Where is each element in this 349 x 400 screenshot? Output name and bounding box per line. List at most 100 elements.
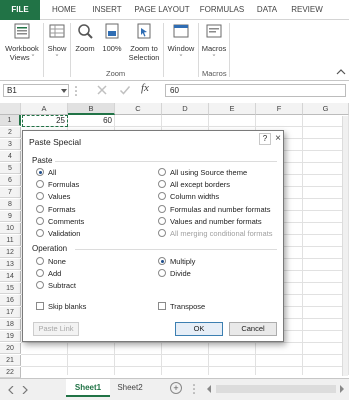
row-header-20[interactable]: 20 <box>0 343 21 354</box>
paste-radio-all[interactable]: All <box>36 168 56 178</box>
radio-button[interactable] <box>158 269 166 278</box>
cancel-entry-icon[interactable] <box>96 84 108 96</box>
row-header-17[interactable]: 17 <box>0 307 21 318</box>
workbook-views-button[interactable]: Workbook Views ˇ <box>2 22 42 62</box>
radio-button[interactable] <box>158 257 166 265</box>
operation-radio-add[interactable]: Add <box>36 269 61 279</box>
row-header-8[interactable]: 8 <box>0 199 21 210</box>
cell-b1[interactable]: 60 <box>69 115 115 127</box>
tab-data[interactable]: DATA <box>251 0 283 20</box>
radio-button[interactable] <box>36 168 44 176</box>
hscroll-left-icon[interactable] <box>206 385 212 393</box>
paste-radio-all-using-source-theme[interactable]: All using Source theme <box>158 168 247 178</box>
radio-button[interactable] <box>36 192 44 201</box>
scroll-left-icon[interactable] <box>8 386 14 394</box>
row-header-1[interactable]: 1 <box>0 115 21 126</box>
horizontal-scrollbar[interactable] <box>216 385 336 393</box>
radio-button[interactable] <box>36 180 44 189</box>
operation-radio-divide[interactable]: Divide <box>158 269 191 279</box>
radio-button[interactable] <box>158 229 166 237</box>
row-header-18[interactable]: 18 <box>0 319 21 330</box>
paste-radio-all-merging-conditional-formats[interactable]: All merging conditional formats <box>158 229 273 239</box>
column-header-a[interactable]: A <box>21 103 68 115</box>
paste-radio-validation[interactable]: Validation <box>36 229 80 239</box>
zoom-100-button[interactable]: 100% <box>100 22 124 53</box>
operation-radio-none[interactable]: None <box>36 257 66 267</box>
operation-radio-multiply[interactable]: Multiply <box>158 257 195 267</box>
row-header-14[interactable]: 14 <box>0 271 21 282</box>
paste-radio-formulas[interactable]: Formulas <box>36 180 79 190</box>
name-box-chevron-icon[interactable] <box>61 89 67 93</box>
paste-radio-values[interactable]: Values <box>36 192 70 202</box>
hscroll-right-icon[interactable] <box>339 385 345 393</box>
row-header-15[interactable]: 15 <box>0 283 21 294</box>
tab-home[interactable]: HOME <box>44 0 84 20</box>
column-header-d[interactable]: D <box>162 103 209 115</box>
confirm-entry-icon[interactable] <box>119 84 131 96</box>
column-header-e[interactable]: E <box>209 103 256 115</box>
select-all-corner[interactable] <box>0 103 21 115</box>
row-header-2[interactable]: 2 <box>0 127 21 138</box>
row-header-12[interactable]: 12 <box>0 247 21 258</box>
radio-button[interactable] <box>36 269 44 278</box>
row-header-13[interactable]: 13 <box>0 259 21 270</box>
radio-button[interactable] <box>36 257 44 265</box>
skip-blanks-checkbox[interactable]: Skip blanks <box>36 302 86 312</box>
row-header-22[interactable]: 22 <box>0 367 21 378</box>
transpose-checkbox[interactable]: Transpose <box>158 302 205 312</box>
row-header-4[interactable]: 4 <box>0 151 21 162</box>
vertical-scrollbar[interactable] <box>342 116 348 376</box>
row-header-9[interactable]: 9 <box>0 211 21 222</box>
radio-button[interactable] <box>36 281 44 290</box>
row-header-21[interactable]: 21 <box>0 355 21 366</box>
sheet-tab-sheet1[interactable]: Sheet1 <box>66 379 110 397</box>
macros-button[interactable]: Macros ˇ <box>200 22 228 62</box>
tab-split-icon[interactable] <box>192 383 196 395</box>
row-header-3[interactable]: 3 <box>0 139 21 150</box>
name-box[interactable]: B1 <box>3 84 69 97</box>
radio-button[interactable] <box>158 192 166 201</box>
paste-radio-column-widths[interactable]: Column widths <box>158 192 219 202</box>
radio-button[interactable] <box>158 180 166 189</box>
formula-input[interactable]: 60 <box>165 84 346 97</box>
row-header-10[interactable]: 10 <box>0 223 21 234</box>
tab-file[interactable]: FILE <box>0 0 40 20</box>
operation-radio-subtract[interactable]: Subtract <box>36 281 76 291</box>
column-header-f[interactable]: F <box>256 103 303 115</box>
paste-radio-values-and-number-formats[interactable]: Values and number formats <box>158 216 262 227</box>
cancel-button[interactable]: Cancel <box>229 322 277 336</box>
cell-a1[interactable]: 25 <box>22 115 68 127</box>
row-header-19[interactable]: 19 <box>0 331 21 342</box>
show-button[interactable]: Show ˇ <box>45 22 69 62</box>
zoom-to-selection-button[interactable]: Zoom to Selection <box>126 22 162 62</box>
row-header-7[interactable]: 7 <box>0 187 21 198</box>
transpose-box[interactable] <box>158 302 166 310</box>
paste-radio-formats[interactable]: Formats <box>36 204 76 215</box>
window-button[interactable]: Window ˇ <box>165 22 197 62</box>
radio-button[interactable] <box>36 204 44 213</box>
collapse-ribbon-icon[interactable] <box>336 68 346 76</box>
radio-button[interactable] <box>158 168 166 176</box>
radio-button[interactable] <box>158 204 166 213</box>
tab-page-layout[interactable]: PAGE LAYOUT <box>130 0 194 20</box>
paste-link-button[interactable]: Paste Link <box>33 322 79 336</box>
column-header-b[interactable]: B <box>68 103 115 115</box>
row-header-6[interactable]: 6 <box>0 175 21 186</box>
tab-formulas[interactable]: FORMULAS <box>196 0 248 20</box>
radio-button[interactable] <box>36 216 44 225</box>
row-header-11[interactable]: 11 <box>0 235 21 246</box>
ok-button[interactable]: OK <box>175 322 223 336</box>
radio-button[interactable] <box>158 216 166 225</box>
sheet-tab-sheet2[interactable]: Sheet2 <box>112 379 148 397</box>
paste-radio-formulas-and-number-formats[interactable]: Formulas and number formats <box>158 204 270 215</box>
skip-blanks-box[interactable] <box>36 302 44 310</box>
new-sheet-button[interactable]: + <box>170 382 182 394</box>
row-header-5[interactable]: 5 <box>0 163 21 174</box>
paste-radio-all-except-borders[interactable]: All except borders <box>158 180 230 190</box>
row-header-16[interactable]: 16 <box>0 295 21 306</box>
column-header-c[interactable]: C <box>115 103 162 115</box>
column-header-g[interactable]: G <box>303 103 349 115</box>
paste-radio-comments[interactable]: Comments <box>36 216 84 227</box>
help-button[interactable]: ? <box>259 133 271 145</box>
close-button[interactable]: × <box>272 133 284 145</box>
